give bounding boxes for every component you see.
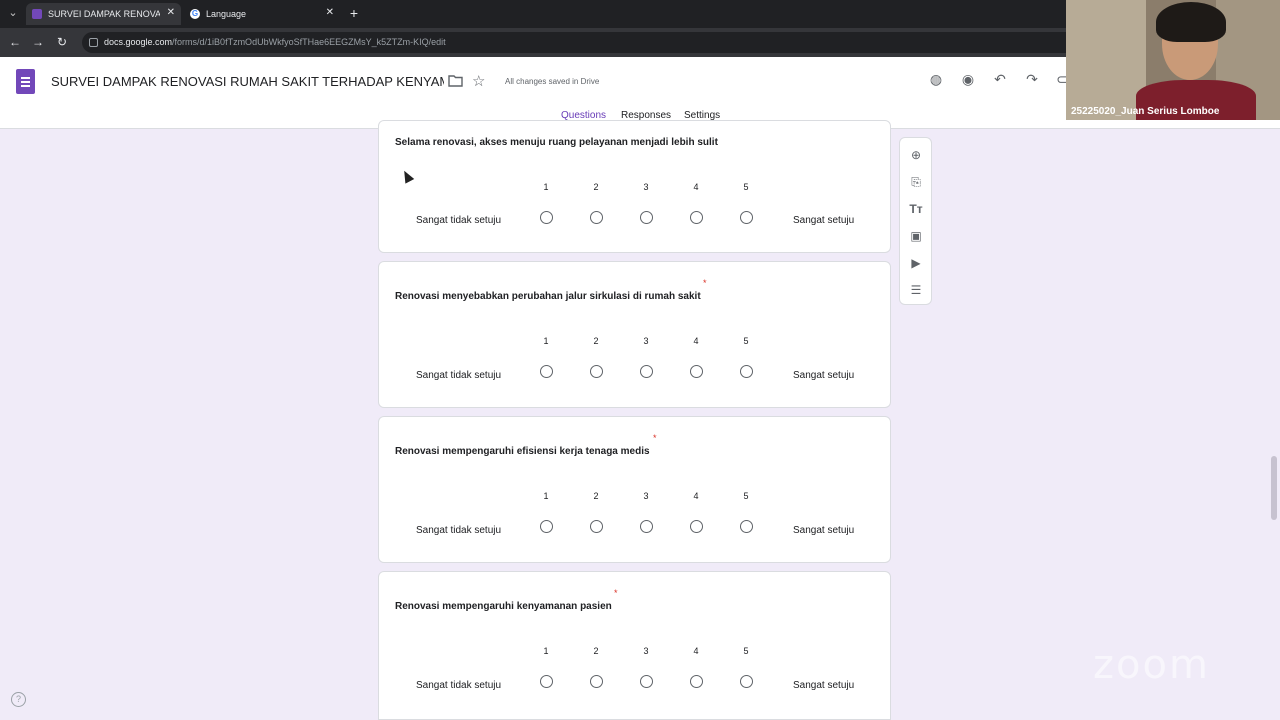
- form-title[interactable]: SURVEI DAMPAK RENOVASI RUMAH SAKIT TERHA…: [51, 74, 444, 89]
- folder-icon[interactable]: [448, 74, 463, 87]
- forms-logo-icon[interactable]: [16, 69, 35, 94]
- add-question-icon[interactable]: ⊕: [908, 147, 924, 163]
- scale-radio-3[interactable]: [640, 211, 653, 224]
- tab-title: SURVEI DAMPAK RENOVASI RU: [48, 9, 160, 19]
- scale-radio-2[interactable]: [590, 520, 603, 533]
- url-path: /forms/d/1iB0fTzmOdUbWkfyoSfTHae6EEGZMsY…: [172, 37, 446, 47]
- scale-number: 1: [543, 646, 549, 656]
- scale-number: 2: [593, 646, 599, 656]
- scale-number: 3: [643, 491, 649, 501]
- undo-icon[interactable]: ↶: [992, 71, 1008, 87]
- scale-low-label: Sangat tidak setuju: [416, 370, 502, 381]
- scale-number: 4: [693, 336, 699, 346]
- scale-radio-4[interactable]: [690, 365, 703, 378]
- scale-number: 2: [593, 491, 599, 501]
- forms-favicon-icon: [32, 9, 42, 19]
- scale-high-label: Sangat setuju: [793, 680, 855, 691]
- required-asterisk: *: [614, 588, 618, 598]
- question-card[interactable]: Renovasi mempengaruhi efisiensi kerja te…: [378, 416, 891, 563]
- scale-number: 5: [743, 336, 749, 346]
- scale-radio-5[interactable]: [740, 365, 753, 378]
- scale-high-label: Sangat setuju: [793, 215, 855, 226]
- scale-high-label: Sangat setuju: [793, 525, 855, 536]
- back-icon[interactable]: ←: [7, 34, 23, 50]
- question-card[interactable]: Renovasi mempengaruhi kenyamanan pasien …: [378, 571, 891, 720]
- add-section-icon[interactable]: ☰: [908, 282, 924, 298]
- scale-radio-4[interactable]: [690, 675, 703, 688]
- scale-radio-4[interactable]: [690, 211, 703, 224]
- webcam-video: 25225020_Juan Serius Lomboe: [1066, 0, 1280, 120]
- star-icon[interactable]: ☆: [472, 72, 485, 90]
- import-questions-icon[interactable]: ⎘: [908, 174, 924, 190]
- close-tab-icon[interactable]: ✕: [167, 7, 175, 18]
- palette-icon[interactable]: ◍: [928, 71, 944, 87]
- participant-name: 25225020_Juan Serius Lomboe: [1071, 106, 1220, 117]
- close-tab-icon[interactable]: ✕: [326, 7, 334, 18]
- tab-title: Language: [206, 9, 247, 19]
- question-title: Selama renovasi, akses menuju ruang pela…: [395, 137, 718, 148]
- scale-high-label: Sangat setuju: [793, 370, 855, 381]
- reload-icon[interactable]: ↻: [54, 34, 70, 50]
- scale-radio-5[interactable]: [740, 675, 753, 688]
- scale-number: 5: [743, 182, 749, 192]
- add-image-icon[interactable]: ▣: [908, 228, 924, 244]
- required-asterisk: *: [703, 278, 707, 288]
- question-card[interactable]: Renovasi menyebabkan perubahan jalur sir…: [378, 261, 891, 408]
- site-info-icon[interactable]: [89, 38, 98, 47]
- scale-radio-5[interactable]: [740, 520, 753, 533]
- scale-radio-1[interactable]: [540, 211, 553, 224]
- question-card[interactable]: Selama renovasi, akses menuju ruang pela…: [378, 120, 891, 253]
- browser-tab-language[interactable]: G Language ✕: [184, 3, 340, 25]
- zoom-watermark: zoom: [1093, 642, 1210, 688]
- help-icon[interactable]: ?: [11, 692, 26, 707]
- google-favicon-icon: G: [190, 9, 200, 19]
- scale-number: 5: [743, 491, 749, 501]
- scale-number: 3: [643, 182, 649, 192]
- scale-radio-4[interactable]: [690, 520, 703, 533]
- add-video-icon[interactable]: ▶: [908, 255, 924, 271]
- scale-radio-2[interactable]: [590, 675, 603, 688]
- question-toolbar: ⊕ ⎘ Tт ▣ ▶ ☰: [899, 137, 932, 305]
- scale-number: 2: [593, 182, 599, 192]
- scale-radio-2[interactable]: [590, 211, 603, 224]
- preview-eye-icon[interactable]: ◉: [960, 71, 976, 87]
- scale-radio-3[interactable]: [640, 520, 653, 533]
- forward-icon[interactable]: →: [30, 34, 46, 50]
- scale-number: 3: [643, 646, 649, 656]
- scale-number: 1: [543, 336, 549, 346]
- scale-number: 4: [693, 491, 699, 501]
- saved-status: All changes saved in Drive: [505, 77, 600, 86]
- scale-low-label: Sangat tidak setuju: [416, 525, 502, 536]
- scale-number: 1: [543, 182, 549, 192]
- scale-number: 4: [693, 182, 699, 192]
- scrollbar-thumb[interactable]: [1271, 456, 1277, 520]
- scale-radio-3[interactable]: [640, 365, 653, 378]
- scale-radio-2[interactable]: [590, 365, 603, 378]
- scale-number: 1: [543, 491, 549, 501]
- question-title: Renovasi menyebabkan perubahan jalur sir…: [395, 291, 701, 302]
- scale-radio-1[interactable]: [540, 365, 553, 378]
- redo-icon[interactable]: ↷: [1024, 71, 1040, 87]
- scale-number: 4: [693, 646, 699, 656]
- url-host: docs.google.com: [104, 37, 173, 47]
- new-tab-icon[interactable]: +: [345, 4, 363, 22]
- required-asterisk: *: [653, 433, 657, 443]
- scale-number: 3: [643, 336, 649, 346]
- address-bar[interactable]: docs.google.com/forms/d/1iB0fTzmOdUbWkfy…: [82, 32, 1082, 53]
- question-title: Renovasi mempengaruhi kenyamanan pasien: [395, 601, 612, 612]
- scale-low-label: Sangat tidak setuju: [416, 215, 502, 226]
- scale-number: 2: [593, 336, 599, 346]
- scale-radio-1[interactable]: [540, 520, 553, 533]
- scale-radio-5[interactable]: [740, 211, 753, 224]
- scale-radio-3[interactable]: [640, 675, 653, 688]
- tab-search-icon[interactable]: ⌄: [4, 4, 22, 22]
- scale-number: 5: [743, 646, 749, 656]
- browser-tab-forms[interactable]: SURVEI DAMPAK RENOVASI RU ✕: [26, 3, 181, 25]
- question-title: Renovasi mempengaruhi efisiensi kerja te…: [395, 446, 650, 457]
- scale-radio-1[interactable]: [540, 675, 553, 688]
- add-title-icon[interactable]: Tт: [908, 201, 924, 217]
- scale-low-label: Sangat tidak setuju: [416, 680, 502, 691]
